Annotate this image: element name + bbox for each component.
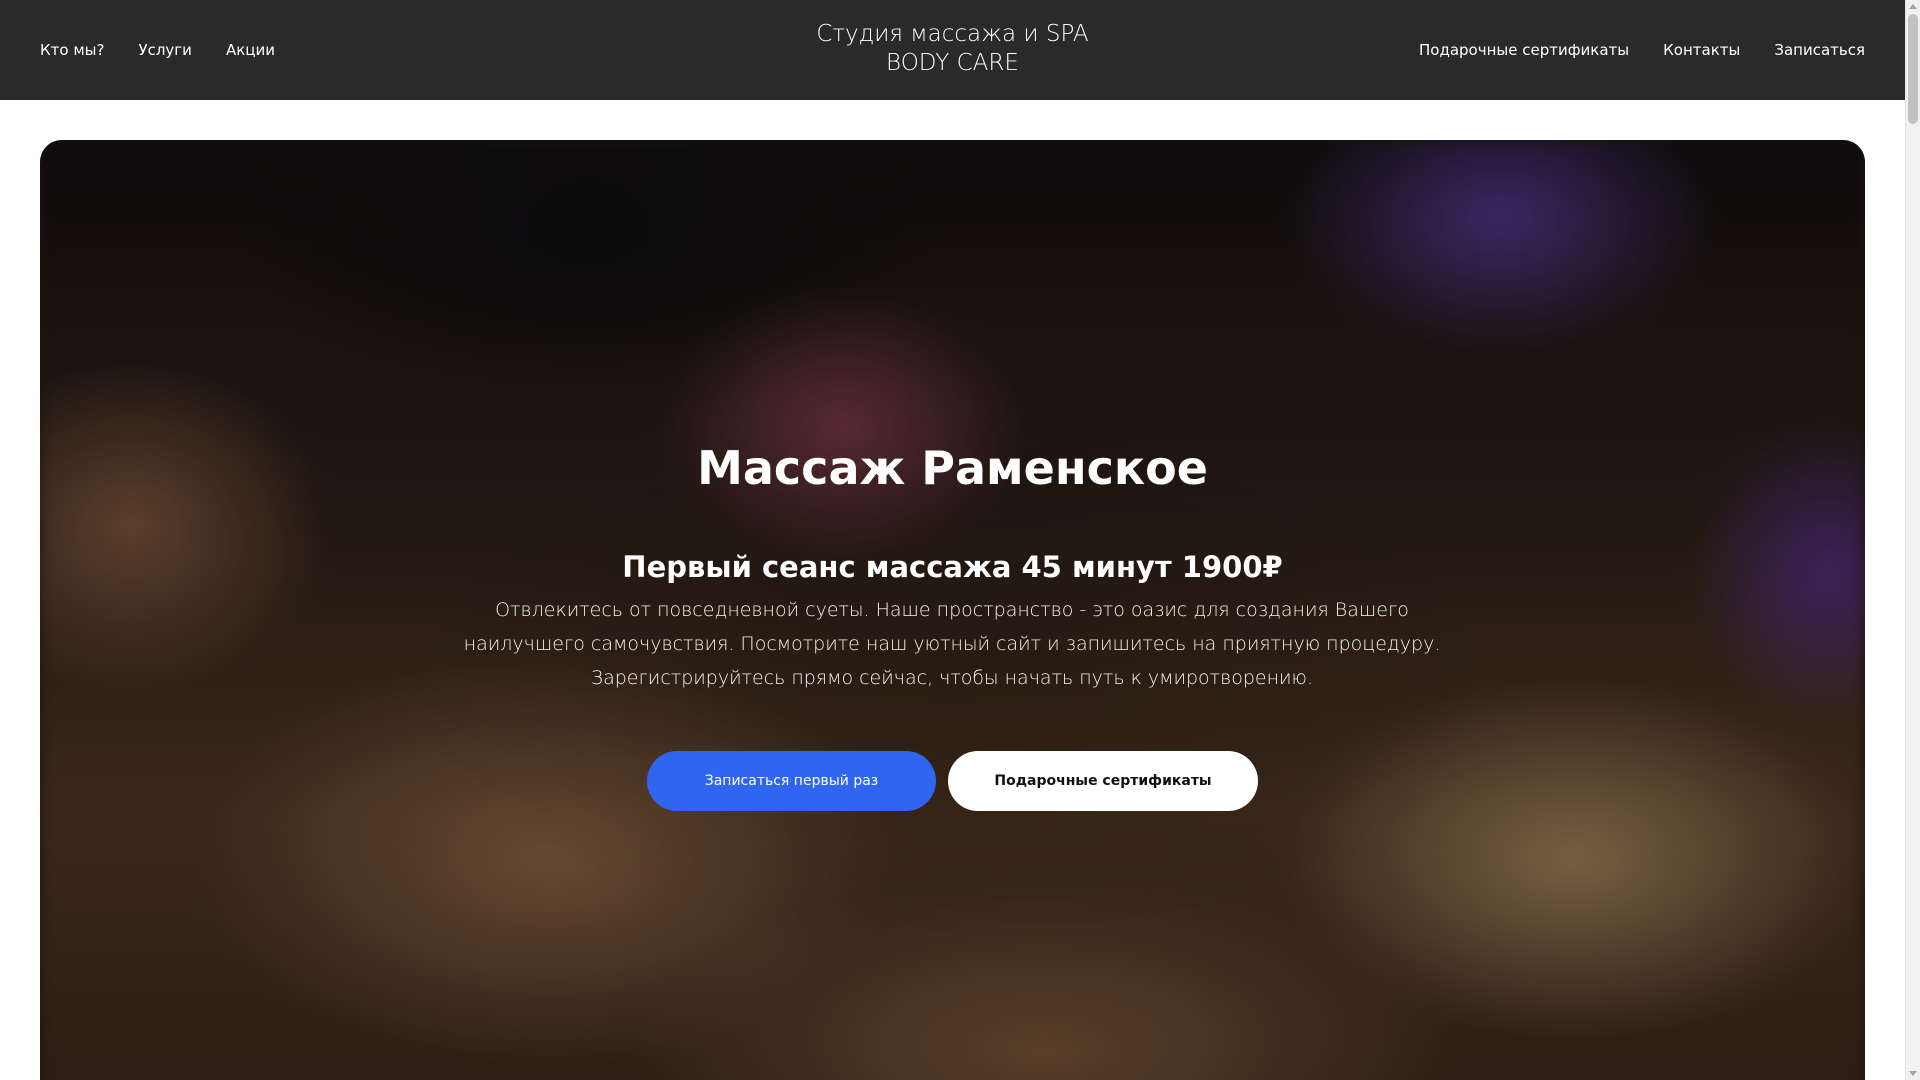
hero-description: Отвлекитесь от повседневной суеты. Наше …	[463, 599, 1441, 689]
scroll-up-arrow-icon[interactable]	[1909, 4, 1917, 9]
book-first-time-button[interactable]: Записаться первый раз	[647, 751, 936, 811]
scroll-down-arrow-icon[interactable]	[1909, 1071, 1917, 1076]
gift-certificates-button[interactable]: Подарочные сертификаты	[948, 751, 1258, 811]
scrollbar-thumb[interactable]	[1908, 14, 1918, 124]
hero-subtitle: Первый сеанс массажа 45 минут 1900₽	[622, 550, 1283, 584]
vertical-scrollbar[interactable]	[1905, 0, 1920, 1080]
page: Кто мы? Услуги Акции Студия массажа и SP…	[0, 0, 1920, 1080]
site-header: Кто мы? Услуги Акции Студия массажа и SP…	[0, 0, 1905, 100]
nav-link-contacts[interactable]: Контакты	[1663, 41, 1740, 59]
hero-title: Массаж Раменское	[697, 441, 1208, 495]
nav-link-gift-certificates[interactable]: Подарочные сертификаты	[1419, 41, 1629, 59]
hero-section: Массаж Раменское Первый сеанс массажа 45…	[40, 140, 1865, 1080]
nav-right: Подарочные сертификаты Контакты Записать…	[1419, 0, 1865, 100]
nav-link-book[interactable]: Записаться	[1774, 41, 1865, 59]
